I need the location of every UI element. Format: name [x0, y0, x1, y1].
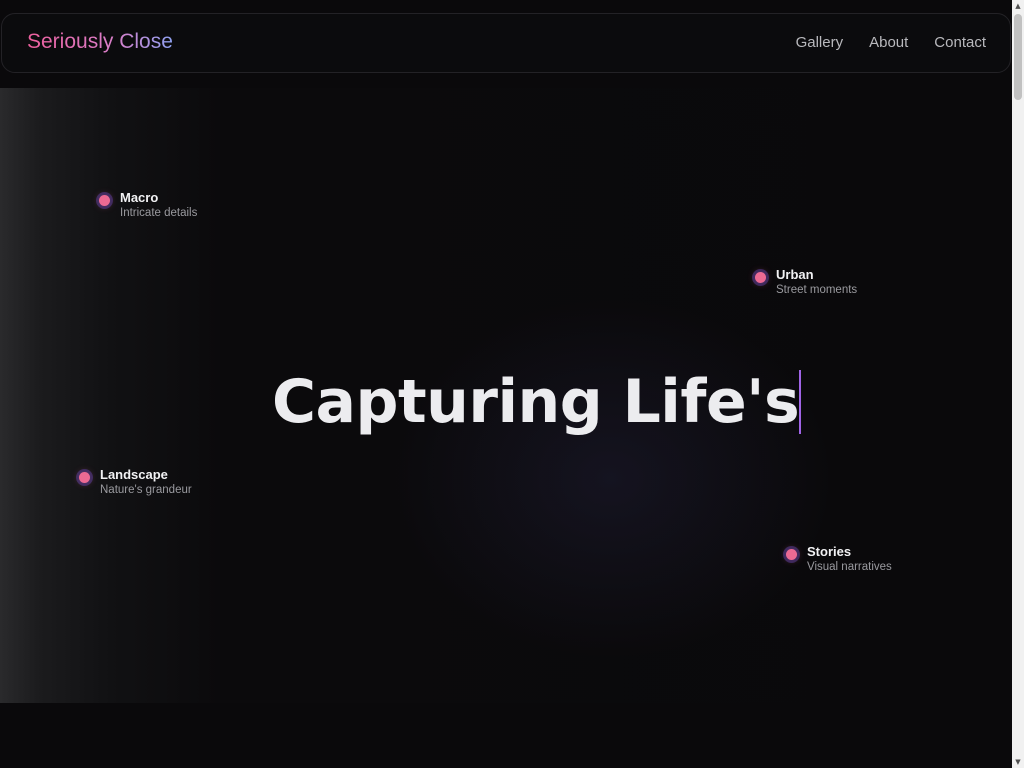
tag-landscape-title: Landscape [100, 467, 168, 482]
scroll-down-icon[interactable]: ▼ [1014, 758, 1022, 766]
tag-landscape-text: Landscape Nature's grandeur [100, 467, 192, 498]
scroll-up-icon[interactable]: ▲ [1014, 2, 1022, 10]
top-navbar: Seriously Close Gallery About Contact [1, 13, 1011, 73]
typing-caret [799, 370, 802, 434]
hero-section: Capturing Life's Macro Intricate details… [0, 88, 1012, 703]
nav-links: Gallery About Contact [796, 34, 986, 51]
tag-macro-title: Macro [120, 190, 159, 205]
hero-headline: Capturing Life's [272, 366, 802, 438]
tag-macro-subtitle: Intricate details [120, 207, 198, 219]
tag-stories-title: Stories [807, 544, 852, 559]
page-viewport: Capturing Life's Macro Intricate details… [0, 0, 1012, 768]
page-below-hero [0, 703, 1012, 768]
tag-stories: Stories Visual narratives [786, 544, 892, 575]
tag-urban: Urban Street moments [755, 267, 857, 298]
tag-urban-title: Urban [776, 267, 814, 282]
brand-logo-link[interactable]: Seriously Close [27, 30, 173, 54]
landscape-dot-icon [79, 472, 90, 483]
nav-link-about[interactable]: About [869, 34, 908, 51]
urban-dot-icon [755, 272, 766, 283]
stories-dot-icon [786, 549, 797, 560]
hero-headline-text: Capturing Life's [272, 367, 800, 437]
tag-urban-text: Urban Street moments [776, 267, 857, 298]
macro-dot-icon [99, 195, 110, 206]
nav-link-contact[interactable]: Contact [934, 34, 986, 51]
scrollbar-thumb[interactable] [1014, 14, 1022, 100]
tag-stories-text: Stories Visual narratives [807, 544, 892, 575]
tag-stories-subtitle: Visual narratives [807, 561, 892, 573]
tag-landscape: Landscape Nature's grandeur [79, 467, 192, 498]
tag-landscape-subtitle: Nature's grandeur [100, 484, 192, 496]
tag-urban-subtitle: Street moments [776, 284, 858, 296]
vertical-scrollbar[interactable]: ▲ ▼ [1012, 0, 1024, 768]
tag-macro-text: Macro Intricate details [120, 190, 197, 221]
nav-link-gallery[interactable]: Gallery [796, 34, 844, 51]
tag-macro: Macro Intricate details [99, 190, 197, 221]
